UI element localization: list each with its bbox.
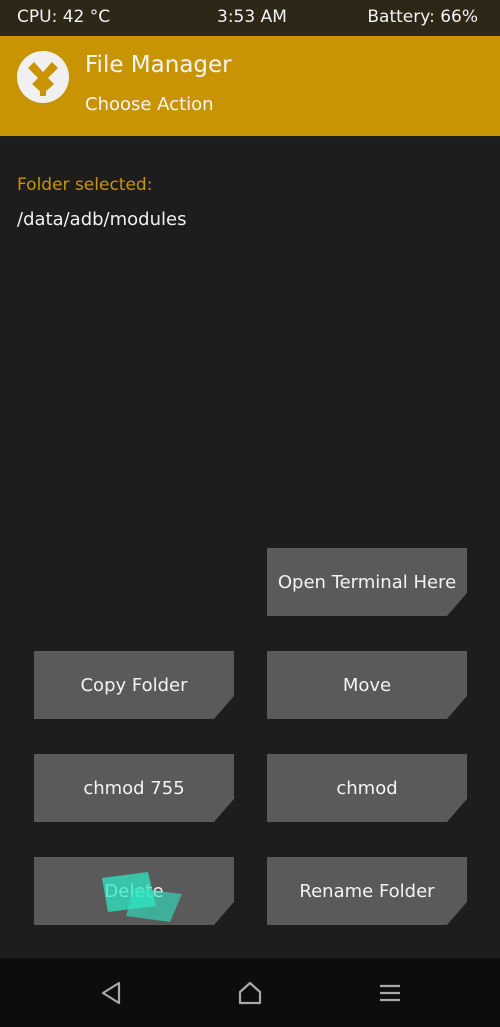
- cpu-temperature: CPU: 42 °C: [17, 7, 111, 27]
- chmod-button[interactable]: chmod: [267, 754, 467, 822]
- delete-button[interactable]: Delete: [34, 857, 234, 925]
- rename-folder-button[interactable]: Rename Folder: [267, 857, 467, 925]
- navigation-bar: [0, 958, 500, 1027]
- chmod-755-button[interactable]: chmod 755: [34, 754, 234, 822]
- battery-level: Battery: 66%: [367, 7, 478, 27]
- copy-folder-button[interactable]: Copy Folder: [34, 651, 234, 719]
- move-button[interactable]: Move: [267, 651, 467, 719]
- menu-icon[interactable]: [375, 978, 405, 1008]
- header-bar: File Manager Choose Action: [0, 36, 500, 136]
- clock: 3:53 AM: [217, 7, 287, 27]
- folder-selected-label: Folder selected:: [17, 175, 153, 195]
- back-triangle-icon[interactable]: [97, 978, 127, 1008]
- home-icon[interactable]: [235, 978, 265, 1008]
- page-subtitle: Choose Action: [85, 94, 214, 115]
- twrp-logo-icon: [17, 51, 69, 103]
- page-title: File Manager: [85, 52, 232, 78]
- status-bar: CPU: 42 °C 3:53 AM Battery: 66%: [0, 0, 500, 36]
- folder-path: /data/adb/modules: [17, 209, 187, 230]
- open-terminal-button[interactable]: Open Terminal Here: [267, 548, 467, 616]
